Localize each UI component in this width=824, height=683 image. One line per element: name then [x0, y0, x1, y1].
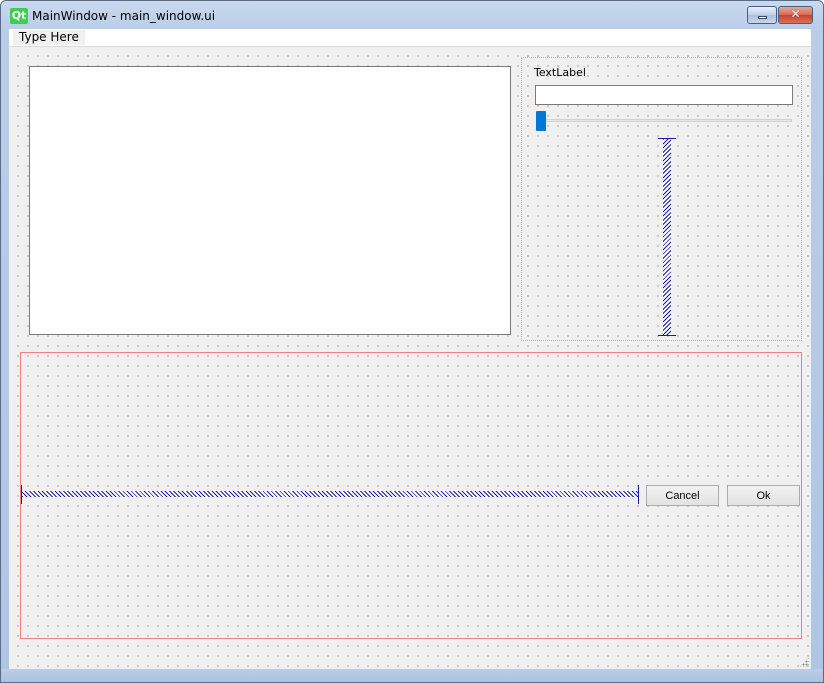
window-title: MainWindow - main_window.ui — [32, 9, 216, 23]
minimize-button[interactable] — [747, 6, 777, 24]
main-window: Qt MainWindow - main_window.ui ✕ Type He… — [0, 0, 824, 683]
horizontal-slider-track[interactable] — [536, 119, 792, 122]
ok-button[interactable]: Ok — [727, 485, 800, 506]
qt-logo-icon: Qt — [10, 8, 28, 24]
horizontal-spacer-spring — [22, 491, 638, 497]
menu-bar: Type Here — [9, 29, 811, 47]
central-widget-form: TextLabel Cancel Ok — [9, 47, 811, 669]
window-bottom-frame — [1, 669, 823, 682]
minimize-icon — [758, 16, 767, 19]
close-button[interactable]: ✕ — [778, 6, 813, 24]
vertical-spacer — [658, 138, 676, 336]
line-edit[interactable] — [535, 85, 793, 105]
text-edit[interactable] — [29, 66, 511, 335]
size-grip-icon[interactable] — [799, 657, 809, 667]
close-icon: ✕ — [790, 7, 801, 21]
text-label: TextLabel — [534, 66, 586, 79]
cancel-button[interactable]: Cancel — [646, 485, 719, 506]
vertical-spacer-bottom-cap — [658, 335, 676, 336]
horizontal-slider-handle[interactable] — [536, 111, 546, 131]
horizontal-spacer-right-cap — [638, 485, 639, 504]
menu-item-type-here[interactable]: Type Here — [13, 30, 85, 45]
title-bar[interactable]: Qt MainWindow - main_window.ui ✕ — [1, 1, 823, 29]
horizontal-spacer — [21, 485, 639, 504]
vertical-spacer-spring — [663, 139, 671, 335]
